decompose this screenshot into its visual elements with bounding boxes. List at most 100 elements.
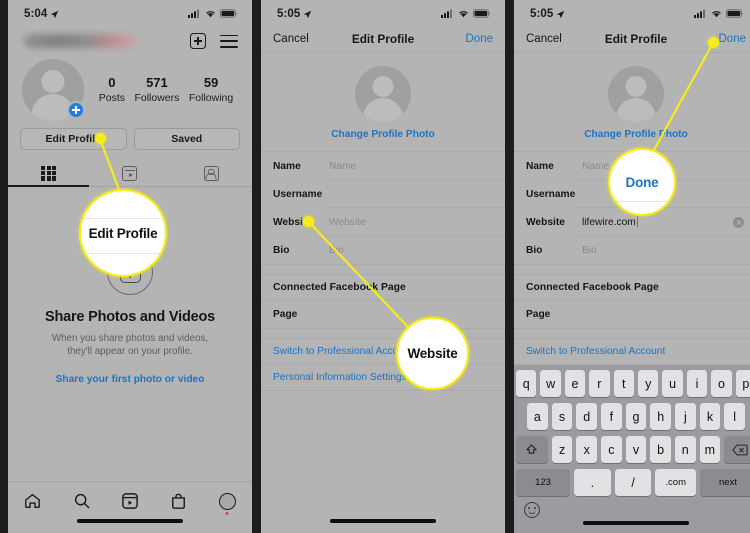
callout-dot-done (708, 37, 719, 48)
key-o[interactable]: o (711, 370, 732, 397)
avatar[interactable] (608, 66, 664, 122)
done-button[interactable]: Done (719, 33, 747, 45)
tab-shop[interactable] (171, 493, 186, 509)
clear-text-icon[interactable] (733, 216, 744, 228)
home-indicator-2 (330, 519, 436, 523)
keyboard-row-3: z x c v b n m (514, 436, 750, 463)
website-field-row[interactable]: Website Website (261, 208, 505, 236)
profile-buttons-row: Edit Profile Saved (8, 120, 252, 150)
key-m[interactable]: m (699, 436, 721, 463)
bio-field-label: Bio (526, 244, 543, 256)
key-s[interactable]: s (551, 403, 573, 430)
key-j[interactable]: j (675, 403, 696, 430)
connected-facebook-page-header: Connected Facebook Page (514, 275, 750, 300)
name-field-row[interactable]: Name Name (261, 152, 505, 180)
website-field-input[interactable]: Website (329, 217, 493, 228)
key-l[interactable]: l (724, 403, 746, 430)
location-arrow-icon (556, 10, 565, 19)
edit-profile-button[interactable]: Edit Profile (20, 128, 127, 150)
bio-field-input[interactable]: Bio (329, 245, 493, 256)
tab-profile[interactable] (218, 493, 236, 510)
key-c[interactable]: c (601, 436, 622, 463)
stat-posts[interactable]: 0 Posts (99, 75, 125, 105)
key-d[interactable]: d (576, 403, 597, 430)
stat-posts-label: Posts (98, 92, 125, 104)
page-row[interactable]: Page (514, 300, 750, 328)
profile-avatar[interactable] (22, 59, 85, 121)
stat-posts-count: 0 (108, 75, 116, 90)
switch-to-professional-account-link[interactable]: Switch to Professional Account (514, 339, 750, 365)
keyboard-row-2: a s d f g h j k l (514, 403, 750, 430)
cellular-signal-icon (694, 5, 707, 23)
key-numbers[interactable]: 123 (516, 469, 571, 496)
key-next[interactable]: next (699, 469, 750, 496)
wifi-icon (711, 5, 722, 23)
key-q[interactable]: q (515, 370, 537, 397)
emoji-smiley-icon[interactable] (524, 502, 540, 518)
name-field-input[interactable]: Name (329, 161, 493, 172)
key-i[interactable]: i (686, 370, 708, 397)
key-v[interactable]: v (625, 436, 647, 463)
done-button[interactable]: Done (466, 33, 494, 45)
change-profile-photo-link[interactable]: Change Profile Photo (261, 129, 505, 140)
page-row[interactable]: Page (261, 300, 505, 328)
key-u[interactable]: u (662, 370, 683, 397)
cancel-button[interactable]: Cancel (526, 33, 562, 45)
page-row-label: Page (273, 308, 298, 320)
bio-field-row[interactable]: Bio Bio (261, 236, 505, 264)
status-bar-1: 5:04 (8, 0, 252, 26)
key-period[interactable]: . (574, 469, 611, 496)
key-t[interactable]: t (613, 370, 634, 397)
key-z[interactable]: z (551, 436, 573, 463)
stat-following[interactable]: 59 Following (189, 75, 233, 105)
key-p[interactable]: p (735, 370, 750, 397)
cancel-button[interactable]: Cancel (273, 33, 309, 45)
tagged-icon (203, 165, 219, 181)
key-n[interactable]: n (674, 436, 696, 463)
bio-field-row[interactable]: Bio Bio (514, 236, 750, 264)
backspace-delete-icon[interactable] (724, 436, 750, 463)
key-e[interactable]: e (564, 370, 586, 397)
keyboard-emoji-row (514, 502, 750, 518)
sidebar-item-reels-tab[interactable] (89, 160, 170, 186)
key-w[interactable]: w (540, 370, 561, 397)
tab-reels[interactable] (122, 493, 139, 509)
website-field-input[interactable]: lifewire.com (582, 216, 733, 228)
key-y[interactable]: y (638, 370, 659, 397)
share-first-photo-link[interactable]: Share your first photo or video (8, 374, 252, 385)
wifi-icon (205, 5, 216, 23)
key-h[interactable]: h (650, 403, 672, 430)
key-k[interactable]: k (699, 403, 721, 430)
text-cursor (636, 216, 638, 227)
saved-button[interactable]: Saved (133, 128, 240, 150)
stat-followers[interactable]: 571 Followers (134, 75, 179, 105)
add-story-plus-icon[interactable] (67, 101, 85, 119)
bio-field-input[interactable]: Bio (582, 245, 746, 256)
key-x[interactable]: x (576, 436, 598, 463)
username-field-row[interactable]: Username (261, 180, 505, 208)
bottom-tab-bar (8, 481, 252, 533)
hamburger-menu-icon[interactable] (220, 34, 238, 48)
battery-icon (220, 5, 238, 23)
left-frame-edge (0, 0, 8, 533)
sidebar-item-tagged-tab[interactable] (171, 160, 252, 186)
sidebar-item-grid-tab[interactable] (8, 160, 89, 186)
avatar[interactable] (355, 66, 411, 122)
callout-done-text: Done (625, 174, 659, 190)
key-r[interactable]: r (589, 370, 610, 397)
callout-dot-website (303, 216, 314, 227)
key-g[interactable]: g (625, 403, 647, 430)
shift-arrow-icon[interactable] (516, 436, 548, 463)
key-f[interactable]: f (601, 403, 622, 430)
key-a[interactable]: a (526, 403, 548, 430)
key-slash[interactable]: / (614, 469, 652, 496)
key-b[interactable]: b (650, 436, 671, 463)
page-row-label: Page (526, 308, 551, 320)
change-profile-photo-link[interactable]: Change Profile Photo (514, 129, 750, 140)
tab-search[interactable] (74, 493, 90, 509)
personal-information-settings-link[interactable]: Personal Information Settings (261, 365, 505, 391)
plus-box-icon[interactable] (190, 33, 206, 49)
tab-home[interactable] (24, 493, 41, 509)
key-dotcom[interactable]: .com (655, 469, 696, 496)
home-indicator-3 (583, 521, 689, 525)
